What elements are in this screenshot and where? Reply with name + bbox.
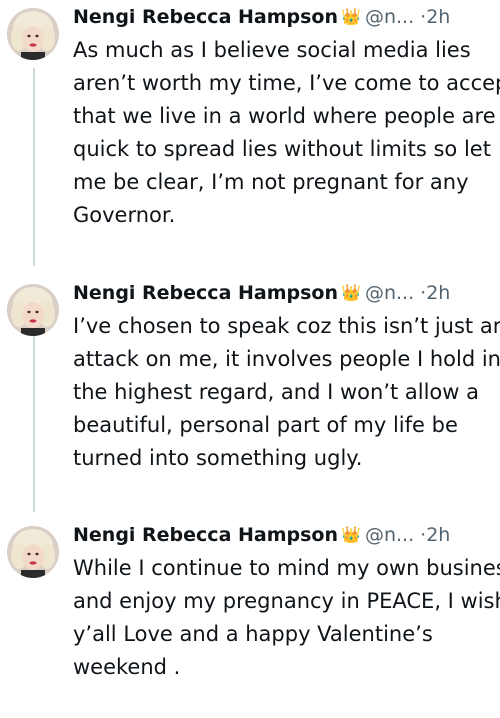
- tweet-text-line: I’ve chosen to speak coz this isn’t just…: [73, 314, 500, 338]
- tweet-text-line: While I continue to mind my own busines: [73, 556, 500, 580]
- tweet-text: As much as I believe social media lies a…: [73, 34, 500, 232]
- tweet-text-line: turned into something ugly.: [73, 446, 363, 470]
- avatar-image: [7, 284, 59, 336]
- tweet-text-line: beautiful, personal part of my life be: [73, 413, 458, 437]
- avatar-image: [7, 8, 59, 60]
- tweet[interactable]: Nengi Rebecca Hampson 👑 @n... ·2h While I …: [0, 518, 500, 718]
- tweet-text-line: quick to spread lies without limits so l…: [73, 137, 491, 161]
- tweet-text: While I continue to mind my own busines …: [73, 552, 500, 684]
- crown-icon: 👑: [341, 7, 361, 26]
- tweet-text-line: aren’t worth my time, I’ve come to accep: [73, 71, 500, 95]
- avatar[interactable]: [7, 8, 59, 60]
- tweet[interactable]: Nengi Rebecca Hampson 👑 @n... ·2h I’ve cho…: [0, 276, 500, 476]
- tweet-text-line: that we live in a world where people are: [73, 104, 496, 128]
- author-handle[interactable]: @n...: [365, 524, 414, 546]
- author-name[interactable]: Nengi Rebecca Hampson: [73, 6, 338, 28]
- crown-icon: 👑: [341, 525, 361, 544]
- tweet[interactable]: Nengi Rebecca Hampson 👑 @n... ·2h As much …: [0, 0, 500, 227]
- tweet-text: I’ve chosen to speak coz this isn’t just…: [73, 310, 500, 475]
- author-handle[interactable]: @n...: [365, 6, 414, 28]
- tweet-text-line: attack on me, it involves people I hold …: [73, 347, 500, 371]
- tweet-text-line: As much as I believe social media lies: [73, 38, 471, 62]
- author-handle[interactable]: @n...: [365, 282, 414, 304]
- tweet-header: Nengi Rebecca Hampson 👑 @n... ·2h: [73, 276, 500, 310]
- tweet-text-line: y’all Love and a happy Valentine’s: [73, 622, 433, 646]
- avatar[interactable]: [7, 526, 59, 578]
- tweet-text-line: the highest regard, and I won’t allow a: [73, 380, 480, 404]
- tweet-text-line: me be clear, I’m not pregnant for any: [73, 170, 469, 194]
- timestamp[interactable]: 2h: [426, 6, 450, 28]
- author-name[interactable]: Nengi Rebecca Hampson: [73, 282, 338, 304]
- tweet-text-line: Governor.: [73, 203, 176, 227]
- tweet-text-line: and enjoy my pregnancy in PEACE, I wish: [73, 589, 500, 613]
- avatar[interactable]: [7, 284, 59, 336]
- timestamp[interactable]: 2h: [426, 282, 450, 304]
- tweet-header: Nengi Rebecca Hampson 👑 @n... ·2h: [73, 518, 500, 552]
- tweet-header: Nengi Rebecca Hampson 👑 @n... ·2h: [73, 0, 500, 34]
- crown-icon: 👑: [341, 283, 361, 302]
- avatar-image: [7, 526, 59, 578]
- author-name[interactable]: Nengi Rebecca Hampson: [73, 524, 338, 546]
- tweet-text-line: weekend .: [73, 655, 181, 679]
- timestamp[interactable]: 2h: [426, 524, 450, 546]
